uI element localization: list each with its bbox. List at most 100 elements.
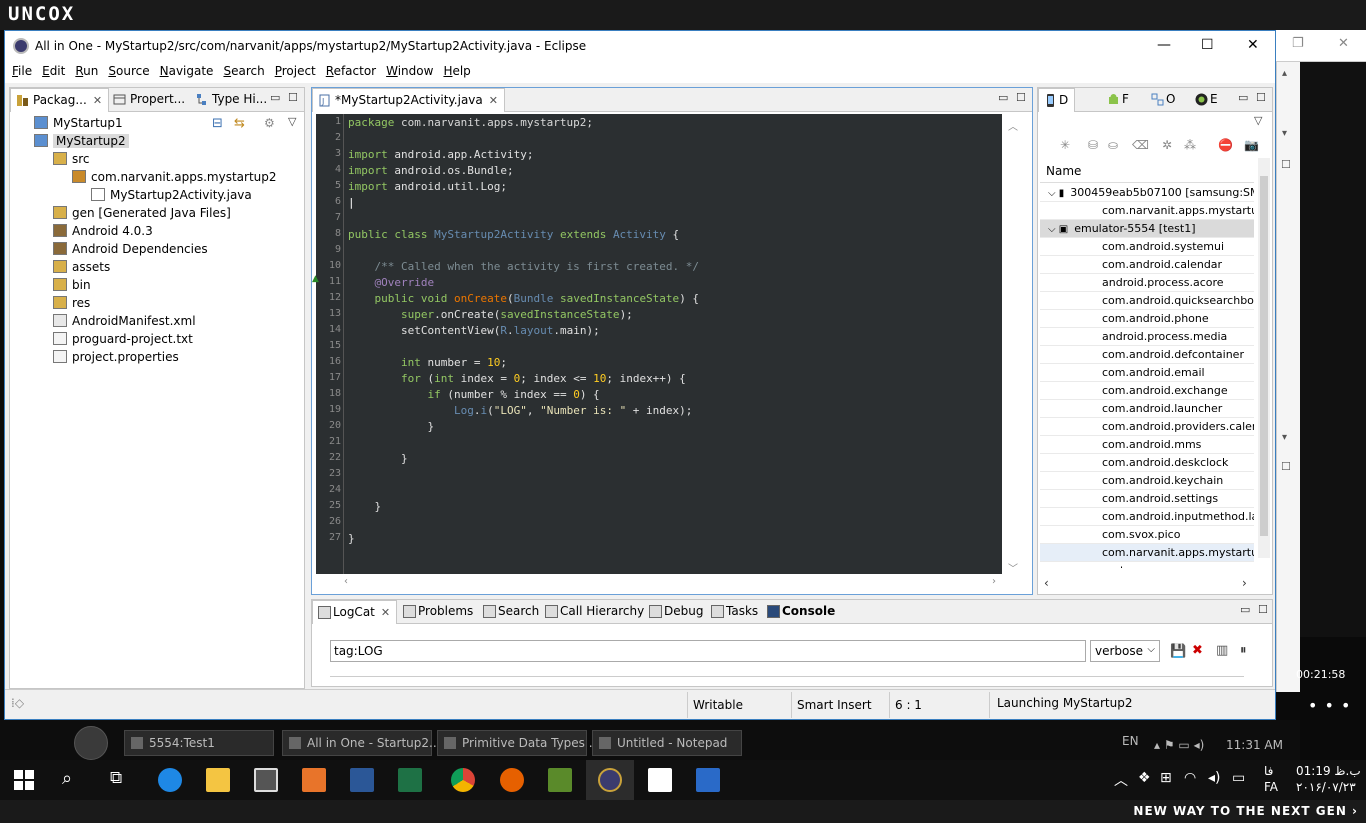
- taskbar-button[interactable]: All in One - Startup2...: [282, 730, 440, 756]
- scroll-right-icon[interactable]: ›: [992, 576, 996, 587]
- menu-run[interactable]: Run: [70, 61, 103, 83]
- tree-item[interactable]: Android Dependencies: [53, 242, 208, 260]
- process-row[interactable]: android.process.acore: [1040, 274, 1254, 292]
- taskbar-button[interactable]: 5554:Test1: [124, 730, 274, 756]
- firefox-icon[interactable]: [500, 768, 524, 792]
- save-log-icon[interactable]: 💾: [1170, 644, 1186, 659]
- device-row[interactable]: ⌵ ▮ 300459eab5b07100 [samsung:SM: [1040, 184, 1254, 202]
- tab-emulator-control[interactable]: E: [1190, 88, 1224, 112]
- device-row[interactable]: ⌵ ▣ emulator-5554 [test1]: [1040, 220, 1254, 238]
- close-icon[interactable]: ✕: [381, 606, 390, 619]
- clock-time[interactable]: 01:19 ب.ظ: [1296, 764, 1361, 778]
- process-row[interactable]: com.android.email: [1040, 364, 1254, 382]
- process-row[interactable]: com.android.systemui: [1040, 238, 1254, 256]
- clock[interactable]: 11:31 AM: [1226, 738, 1283, 752]
- wifi-icon[interactable]: ◠: [1184, 770, 1196, 786]
- toggle-filters-icon[interactable]: ▥: [1216, 643, 1228, 658]
- process-row[interactable]: com.android.deskclock: [1040, 454, 1254, 472]
- language-indicator[interactable]: EN: [1122, 734, 1139, 748]
- view-menu-icon[interactable]: ▽: [1254, 114, 1262, 127]
- tab-file-explorer[interactable]: F: [1102, 88, 1135, 112]
- clear-log-icon[interactable]: ✖: [1192, 643, 1203, 658]
- process-row[interactable]: com.android.phone: [1040, 310, 1254, 328]
- log-level-select[interactable]: verbose ⌵: [1090, 640, 1160, 662]
- process-row[interactable]: com.narvanit.apps.mystartup: [1040, 544, 1254, 562]
- process-row[interactable]: com.android.providers.calen: [1040, 418, 1254, 436]
- process-row[interactable]: com.android.quicksearchbox: [1040, 292, 1254, 310]
- menu-refactor[interactable]: Refactor: [321, 61, 381, 83]
- maximize-view-icon[interactable]: ☐: [288, 91, 298, 104]
- process-row[interactable]: com.android.defcontainer: [1040, 346, 1254, 364]
- network-icon[interactable]: ⊞: [1160, 770, 1172, 786]
- tab-console[interactable]: Console: [762, 600, 841, 624]
- tree-item[interactable]: MyStartup1: [34, 116, 123, 134]
- tree-item[interactable]: AndroidManifest.xml: [53, 314, 196, 332]
- emulator-expand-icon[interactable]: ⌵ ▣: [1048, 224, 1068, 235]
- scrollbar-thumb[interactable]: [1260, 176, 1268, 536]
- language-fa-script[interactable]: فا: [1264, 764, 1273, 778]
- movie-maker-icon[interactable]: [648, 768, 672, 792]
- tree-item[interactable]: assets: [53, 260, 110, 278]
- process-row[interactable]: system_process: [1040, 562, 1254, 568]
- maximize-view-icon[interactable]: ☐: [1258, 603, 1268, 616]
- stop-process-icon[interactable]: ⛔: [1218, 138, 1233, 152]
- tree-item[interactable]: proguard-project.txt: [53, 332, 193, 350]
- cause-gc-icon[interactable]: ⌫: [1132, 138, 1149, 152]
- show-hidden-icons-icon[interactable]: ︿: [1114, 770, 1128, 790]
- minimize-view-icon[interactable]: ▭: [1240, 603, 1250, 616]
- windows-start-icon[interactable]: [14, 770, 34, 790]
- menu-project[interactable]: Project: [270, 61, 321, 83]
- code-editor[interactable]: 1 2 3 4 5 6 7 8 9 10 11 12 13 14 15 16 17 18 19 20 21 22 23 24 2…: [316, 114, 1002, 574]
- maximize-button[interactable]: ☐: [1201, 37, 1214, 53]
- tab-debug[interactable]: Debug: [644, 600, 709, 624]
- action-center-icon[interactable]: ▭: [1232, 770, 1245, 786]
- dump-hprof-icon[interactable]: ⛀: [1108, 138, 1118, 152]
- tab-devices[interactable]: D: [1038, 88, 1076, 112]
- close-button[interactable]: ✕: [1247, 37, 1259, 53]
- minimize-view-icon[interactable]: ▭: [270, 91, 280, 104]
- tab-package-explorer[interactable]: Packag... ✕: [10, 88, 110, 112]
- update-heap-icon[interactable]: ⛁: [1088, 138, 1098, 152]
- menu-source[interactable]: Source: [103, 61, 154, 83]
- tree-item[interactable]: MyStartup2: [34, 134, 129, 152]
- chrome-icon[interactable]: [451, 768, 475, 792]
- tab-logcat[interactable]: LogCat ✕: [312, 600, 398, 624]
- taskbar-button[interactable]: Primitive Data Types ...: [437, 730, 600, 756]
- search-icon[interactable]: ⌕: [62, 768, 72, 789]
- start-orb-icon[interactable]: [74, 726, 108, 760]
- clock-date[interactable]: ۲۰۱۶/۰۷/۲۳: [1296, 780, 1356, 794]
- tab-editor-file[interactable]: J *MyStartup2Activity.java ✕: [312, 88, 505, 112]
- close-icon[interactable]: ✕: [489, 94, 498, 107]
- tab-search[interactable]: Search: [478, 600, 545, 624]
- close-icon[interactable]: ✕: [1338, 36, 1349, 51]
- minimize-button[interactable]: —: [1157, 37, 1171, 53]
- device-expand-icon[interactable]: ⌵ ▮: [1048, 188, 1064, 199]
- tree-item[interactable]: src: [53, 152, 90, 170]
- tab-call-hierarchy[interactable]: Call Hierarchy: [540, 600, 650, 624]
- tree-item[interactable]: res: [53, 296, 90, 314]
- app-window-icon[interactable]: [696, 768, 720, 792]
- background-more-icon[interactable]: • • •: [1308, 696, 1351, 715]
- menu-window[interactable]: Window: [381, 61, 438, 83]
- process-row[interactable]: com.android.exchange: [1040, 382, 1254, 400]
- word-icon[interactable]: [350, 768, 374, 792]
- eclipse-icon[interactable]: [598, 768, 622, 792]
- tab-problems[interactable]: Problems: [398, 600, 479, 624]
- device-list-scrollbar[interactable]: [1258, 158, 1270, 558]
- maximize-view-icon[interactable]: ☐: [1256, 91, 1266, 104]
- tree-item[interactable]: Android 4.0.3: [53, 224, 153, 242]
- process-row[interactable]: com.android.calendar: [1040, 256, 1254, 274]
- process-row[interactable]: com.android.settings: [1040, 490, 1254, 508]
- maximize-view-icon[interactable]: ☐: [1016, 91, 1026, 104]
- minimize-view-icon[interactable]: ▭: [1238, 91, 1248, 104]
- scroll-left-icon[interactable]: ‹: [1044, 576, 1049, 590]
- tree-item[interactable]: bin: [53, 278, 91, 296]
- fast-view-icon[interactable]: ⁞◇: [11, 696, 24, 710]
- tray-icons[interactable]: ▴ ⚑ ▭ ◂): [1154, 738, 1204, 752]
- scroll-left-icon[interactable]: ‹: [344, 576, 348, 587]
- status-launch-progress[interactable]: Launching MyStartup2: [997, 696, 1132, 710]
- process-row[interactable]: com.svox.pico: [1040, 526, 1254, 544]
- logcat-filter-input[interactable]: [330, 640, 1086, 662]
- outlook-icon[interactable]: [302, 768, 326, 792]
- process-row[interactable]: com.android.mms: [1040, 436, 1254, 454]
